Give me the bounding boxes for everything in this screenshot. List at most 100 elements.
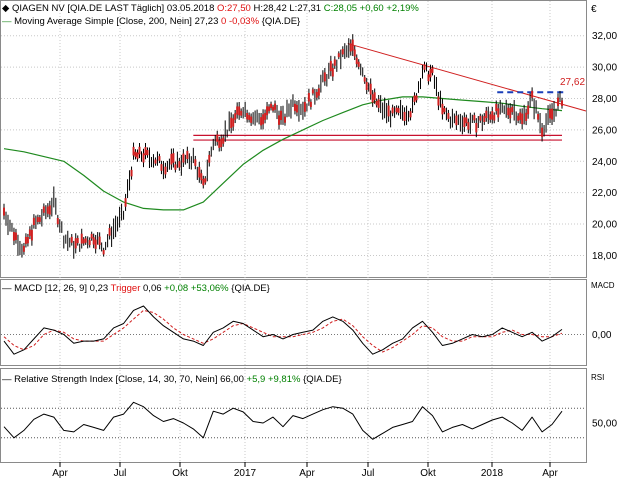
price-bar-body bbox=[36, 217, 39, 222]
price-y-tick-label: 28,00 bbox=[592, 94, 617, 105]
price-bar-body bbox=[280, 110, 283, 121]
sma-symbol: {QIA.DE} bbox=[262, 16, 301, 27]
price-bar-body bbox=[485, 110, 488, 119]
price-bar-body bbox=[353, 49, 356, 57]
price-bar-body bbox=[333, 59, 336, 66]
price-bar-body bbox=[479, 115, 482, 121]
price-bar-body bbox=[42, 206, 45, 213]
price-bar-body bbox=[403, 111, 406, 121]
price-bar-body bbox=[278, 115, 281, 125]
price-bar-body bbox=[172, 153, 175, 163]
price-bar-body bbox=[170, 153, 173, 165]
price-bar-body bbox=[22, 245, 25, 252]
price-bar-body bbox=[138, 146, 141, 155]
price-bar-body bbox=[232, 118, 235, 127]
price-bar-body bbox=[413, 95, 416, 102]
price-bar-body bbox=[397, 108, 400, 114]
price-bar-body bbox=[70, 236, 73, 243]
price-y-tick-label: 24,00 bbox=[592, 157, 617, 168]
price-bar-body bbox=[264, 112, 267, 120]
price-bar-body bbox=[46, 206, 49, 214]
chart-canvas: 18,00 20,00 22,00 24,00 26,00 28,00 30,00 32,00… bbox=[0, 0, 617, 479]
price-bar-body bbox=[447, 112, 450, 119]
price-bar-body bbox=[208, 154, 211, 163]
price-bar-body bbox=[94, 239, 97, 249]
price-annotation: 27,62 bbox=[560, 77, 585, 88]
price-bar-body bbox=[429, 68, 432, 78]
x-tick-label: 2018 bbox=[481, 468, 504, 479]
quote-high: H:28,42 bbox=[253, 3, 286, 14]
price-bar-body bbox=[262, 114, 265, 125]
price-bar-body bbox=[84, 238, 87, 243]
macd-y-tick-label: 0,00 bbox=[592, 330, 612, 341]
currency-symbol: € bbox=[591, 4, 597, 15]
price-bar-body bbox=[521, 113, 524, 125]
price-bar-body bbox=[26, 237, 29, 244]
rsi-change: +5,9 bbox=[247, 374, 266, 385]
macd-header: — MACD [12, 26, 9] 0,23 Trigger 0,06 +0,… bbox=[2, 283, 270, 294]
x-tick-label: Apr bbox=[542, 468, 558, 479]
price-bar-body bbox=[48, 205, 51, 215]
x-tick-label: Jul bbox=[114, 468, 127, 479]
price-bar-body bbox=[415, 95, 418, 101]
price-bar-body bbox=[260, 117, 263, 126]
rsi-symbol: {QIA.DE} bbox=[303, 374, 342, 385]
x-tick-label: 2017 bbox=[234, 468, 257, 479]
macd-value: 0,23 bbox=[90, 283, 109, 294]
price-bar-body bbox=[375, 100, 378, 106]
price-bar-body bbox=[270, 103, 273, 109]
price-bar-body bbox=[517, 115, 520, 121]
price-bar-body bbox=[88, 239, 91, 246]
price-bar-body bbox=[293, 103, 296, 111]
price-bar-body bbox=[240, 110, 243, 116]
price-bar-body bbox=[182, 153, 185, 163]
price-bar-body bbox=[154, 159, 157, 164]
price-panel-frame bbox=[0, 0, 587, 278]
price-y-tick-label: 26,00 bbox=[592, 125, 617, 136]
price-y-tick-label: 32,00 bbox=[592, 31, 617, 42]
sma-value: 27,23 bbox=[195, 16, 219, 27]
price-bar-body bbox=[24, 236, 27, 244]
price-bar-body bbox=[222, 137, 225, 144]
price-bar-body bbox=[311, 89, 314, 94]
stock-chart: 18,00 20,00 22,00 24,00 26,00 28,00 30,00 32,00… bbox=[0, 0, 640, 480]
macd-symbol: {QIA.DE} bbox=[231, 283, 270, 294]
price-bar-body bbox=[371, 94, 374, 103]
price-bar-body bbox=[473, 115, 476, 121]
price-bar-body bbox=[303, 101, 306, 112]
price-bar-body bbox=[272, 106, 275, 111]
rsi-change-pct: +9,81% bbox=[268, 374, 301, 385]
price-bar-body bbox=[92, 237, 95, 245]
rsi-value: 66,00 bbox=[220, 374, 244, 385]
sma-header-line: — Moving Average Simple [Close, 200, Nei… bbox=[2, 16, 300, 27]
price-bar-body bbox=[465, 117, 468, 124]
price-bar-body bbox=[369, 83, 372, 95]
sma-change: 0 bbox=[221, 16, 226, 27]
price-bar-body bbox=[525, 112, 528, 121]
price-bar-body bbox=[495, 104, 498, 112]
price-bar-body bbox=[491, 111, 494, 120]
price-bar-body bbox=[549, 108, 552, 119]
price-bar-body bbox=[463, 117, 466, 128]
price-bar-body bbox=[395, 107, 398, 113]
x-tick-label: Jul bbox=[362, 468, 375, 479]
macd-name: MACD [12, 26, 9] bbox=[14, 283, 87, 294]
price-bar-body bbox=[331, 67, 334, 77]
price-bar-body bbox=[363, 77, 366, 82]
price-bar-body bbox=[377, 99, 380, 108]
macd-marker-icon: — bbox=[2, 283, 14, 294]
price-bar-body bbox=[144, 147, 147, 156]
price-bar-body bbox=[537, 114, 540, 120]
price-bar-body bbox=[266, 106, 269, 116]
price-bar-body bbox=[475, 122, 478, 133]
price-bar-body bbox=[307, 92, 310, 102]
price-bar-body bbox=[349, 43, 352, 52]
price-bar-body bbox=[14, 232, 17, 240]
price-bar-body bbox=[178, 161, 181, 168]
price-bar-body bbox=[509, 108, 512, 119]
price-bar-body bbox=[236, 106, 239, 115]
quote-low: L:27,31 bbox=[289, 3, 321, 14]
price-bar-body bbox=[455, 115, 458, 126]
quote-close: C:28,05 bbox=[324, 3, 357, 14]
price-bar-body bbox=[268, 106, 271, 112]
